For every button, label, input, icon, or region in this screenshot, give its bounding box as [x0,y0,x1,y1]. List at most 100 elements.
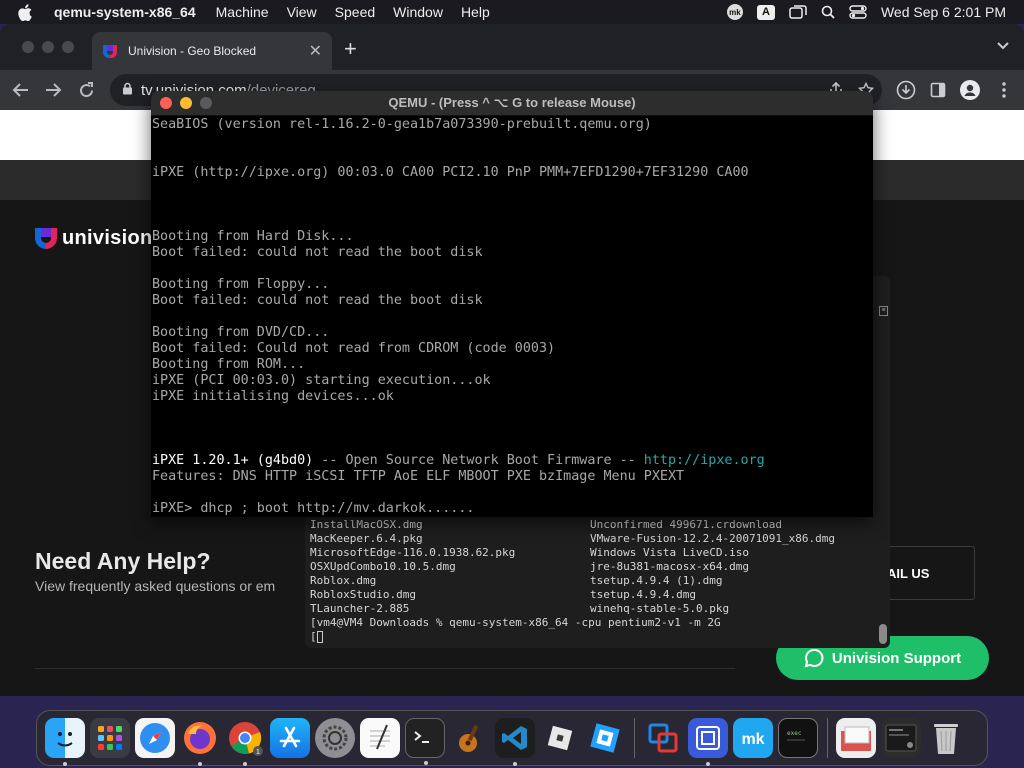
downloads-icon[interactable] [896,80,916,100]
chrome-minimize-button[interactable] [42,41,54,53]
chrome-close-button[interactable] [22,41,34,53]
reload-button[interactable] [75,79,97,101]
ipxe-prompt: iPXE> dhcp ; boot http://mv.darkok...... [152,501,475,516]
forward-button[interactable] [42,79,64,101]
console-line: iPXE initialising devices...ok [152,389,394,404]
chrome-menu-icon[interactable] [994,80,1014,100]
safari-icon[interactable] [135,718,175,758]
univision-logo[interactable]: univision [34,226,152,250]
page-divider [35,668,735,669]
svg-text:mk: mk [741,731,764,748]
textedit-icon[interactable] [360,718,400,758]
svg-text:exec: exec [787,730,802,737]
chrome-icon[interactable]: 1 [225,718,265,766]
console-line: Boot failed: Could not read from CDROM (… [152,341,556,356]
console-line: SeaBIOS (version rel-1.16.2-0-gea1b7a073… [152,117,652,132]
console-line: iPXE (http://ipxe.org) 00:03.0 CA00 PCI2… [152,165,749,180]
menu-app-name[interactable]: qemu-system-x86_64 [54,4,196,20]
roblox-icon[interactable] [540,718,580,758]
terminal-file-row: RobloxStudio.dmg tsetup.4.9.4.dmg [310,588,696,601]
console-line: Features: DNS HTTP iSCSI TFTP AoE ELF MB… [152,469,685,484]
lock-icon[interactable] [122,82,133,99]
input-source-icon[interactable]: A [756,4,775,20]
menu-help[interactable]: Help [461,4,490,20]
tab-close-icon[interactable]: ✕ [309,41,322,61]
qemu-vm-screen[interactable]: SeaBIOS (version rel-1.16.2-0-gea1b7a073… [151,116,873,517]
downloads-stack-icon[interactable] [836,718,876,758]
side-panel-icon[interactable] [928,80,948,100]
terminal-file-row: MacKeeper.6.4.pkg VMware-Fusion-12.2.4-20… [310,532,836,545]
menu-window[interactable]: Window [393,4,443,20]
garageband-icon[interactable] [450,718,490,758]
running-indicator [513,762,517,766]
control-center-icon[interactable] [849,5,867,19]
qemu-window-title: QEMU - (Press ^ ⌥ G to release Mouse) [388,95,636,110]
window-switcher-icon[interactable] [789,5,807,19]
profile-avatar-icon[interactable] [960,80,980,100]
dock: 1 mk exec [36,710,988,766]
qemu-window[interactable]: QEMU - (Press ^ ⌥ G to release Mouse) Se… [151,91,873,517]
terminal-output: InstallMacOSX.dmg Unconfirmed 499671.crdo… [310,518,835,644]
vmware-fusion-icon[interactable] [643,718,683,758]
running-indicator [424,761,428,765]
spotlight-search-icon[interactable] [821,5,835,19]
menu-clock[interactable]: Wed Sep 6 2:01 PM [881,4,1006,20]
mk-status-icon[interactable]: mk [726,4,743,20]
qemu-app-icon[interactable] [688,718,728,766]
recent-window-icon[interactable] [881,718,921,758]
terminal-file-row: TLauncher-2.885 winehq-stable-5.0.pkg [310,602,730,615]
console-line: iPXE (PCI 00:03.0) starting execution...… [152,373,491,388]
menu-view[interactable]: View [287,4,317,20]
roblox-studio-icon[interactable] [585,718,625,758]
tab-search-chevron-icon[interactable] [996,38,1010,56]
console-line: Boot failed: could not read the boot dis… [152,293,483,308]
svg-text:1: 1 [256,749,260,756]
terminal-file-row: OSXUpdCombo10.10.5.dmg jre-8u381-macosx-x… [310,560,749,573]
terminal-command-line: [vm4@VM4 Downloads % qemu-system-x86_64 … [310,616,721,629]
terminal-file-row: InstallMacOSX.dmg Unconfirmed 499671.crdo… [310,518,783,531]
terminal-scroll-thumb[interactable] [879,624,887,644]
console-line: Boot failed: could not read the boot dis… [152,245,483,260]
support-label: Univision Support [831,649,962,667]
mackeeper-icon[interactable]: mk [733,718,773,758]
univision-wordmark: univision [62,226,153,249]
running-indicator [198,762,202,766]
menu-machine[interactable]: Machine [216,4,269,20]
terminal-cursor [316,631,323,643]
tab-univision[interactable]: Univision - Geo Blocked ✕ [92,32,332,70]
console-line-ipxe-banner: iPXE 1.20.1+ (g4bd0) -- Open Source Netw… [152,453,765,468]
launchpad-icon[interactable] [90,718,130,758]
univision-favicon-icon [102,43,118,59]
trash-icon[interactable] [926,718,966,758]
new-tab-button[interactable]: + [344,36,357,62]
finder-icon[interactable] [45,718,85,766]
running-indicator [243,762,247,766]
system-settings-icon[interactable] [315,718,355,758]
running-indicator [63,762,67,766]
terminal-file-row: MicrosoftEdge-116.0.1938.62.pkg Windows V… [310,546,749,559]
dock-separator [634,718,635,758]
vscode-icon[interactable] [495,718,535,766]
tab-title: Univision - Geo Blocked [128,44,257,58]
help-heading: Need Any Help? [35,548,211,574]
console-line: Booting from ROM... [152,357,306,372]
terminal-app-icon[interactable] [405,718,445,765]
console-app-icon[interactable]: exec [778,718,818,758]
app-store-icon[interactable] [270,718,310,758]
back-button[interactable] [10,79,32,101]
tab-strip: Univision - Geo Blocked ✕ + [0,24,1024,70]
menu-speed[interactable]: Speed [335,4,375,20]
qemu-titlebar[interactable]: QEMU - (Press ^ ⌥ G to release Mouse) [151,91,873,116]
firefox-icon[interactable] [180,718,220,766]
terminal-prompt[interactable]: [ [310,630,835,644]
terminal-scroll-menu-icon[interactable]: ≡ [879,306,888,316]
menu-bar: qemu-system-x86_64 Machine View Speed Wi… [0,0,1024,24]
terminal-scrollbar[interactable]: ≡ [879,306,888,646]
terminal-file-row: Roblox.dmg tsetup.4.9.4 (1).dmg [310,574,723,587]
dock-separator [827,718,828,758]
chat-bubble-icon [804,648,824,668]
apple-icon[interactable] [18,3,40,21]
console-line: Booting from Hard Disk... [152,229,354,244]
help-subtitle: View frequently asked questions or em [35,578,276,594]
chrome-maximize-button[interactable] [62,41,74,53]
